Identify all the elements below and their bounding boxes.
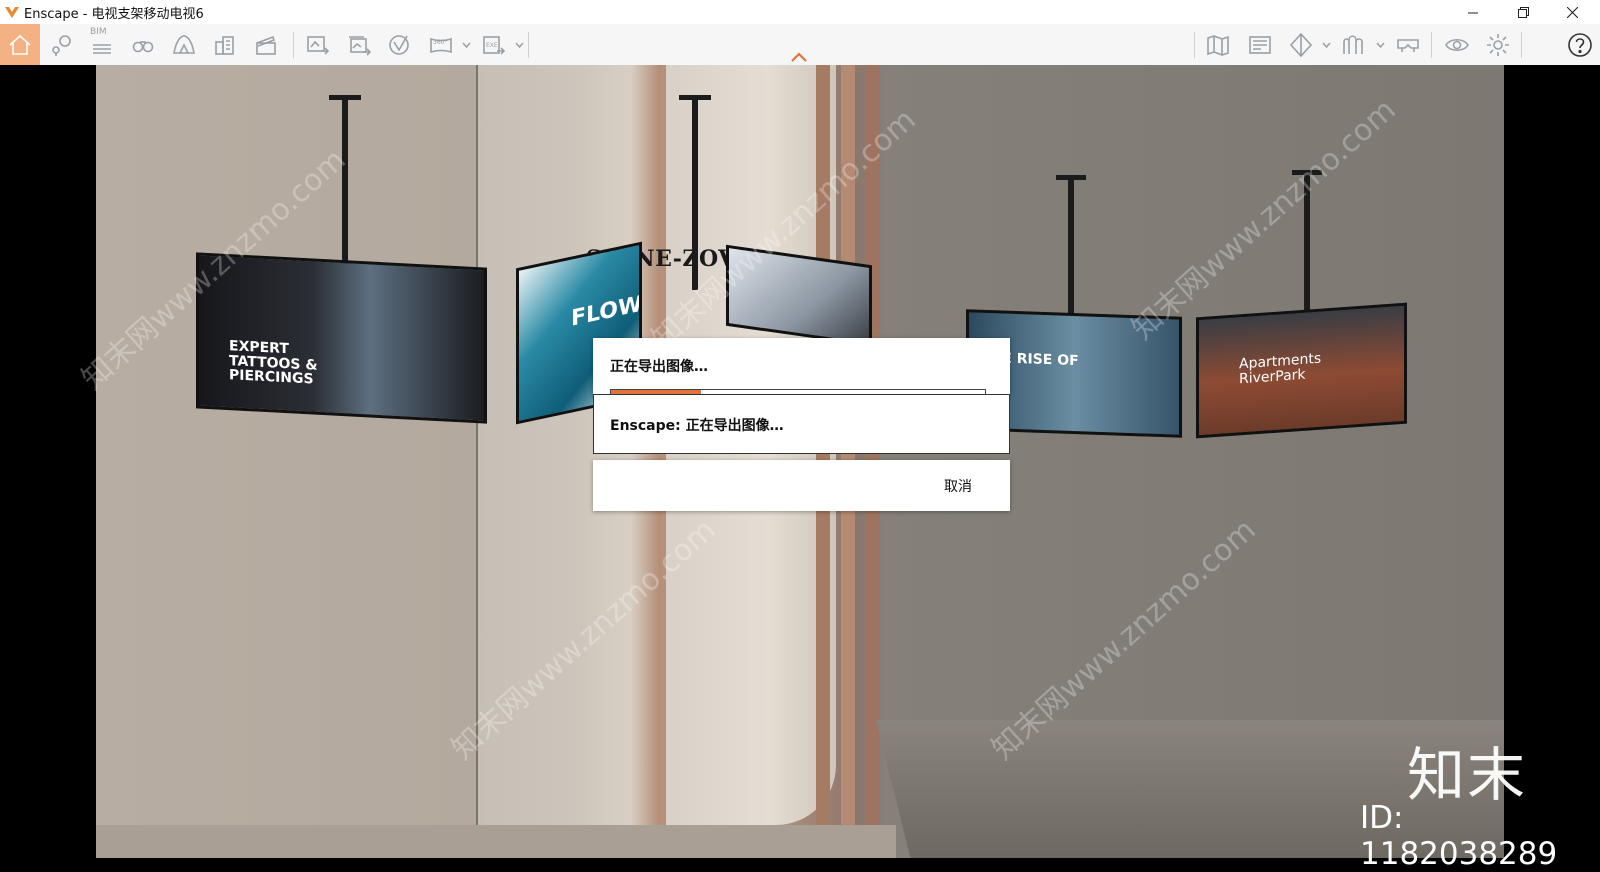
map-icon [1207,34,1229,56]
restore-button[interactable] [1500,0,1546,24]
home-button[interactable] [0,24,40,65]
window-title: Enscape - 电视支架移动电视6 [24,6,204,22]
toolbar-separator [1431,32,1432,58]
chevron-down-icon [1321,42,1331,48]
toolbar-separator [1521,32,1522,58]
map-button[interactable] [1198,24,1238,65]
web-standalone-button[interactable] [380,24,420,65]
help-icon [1568,32,1592,57]
panorama-button[interactable]: 360° [421,24,461,65]
buildings-icon [215,35,234,55]
mountain-icon [173,34,195,54]
tv-mount-pole [342,95,348,265]
map-pin-icon [52,34,71,56]
panorama-dropdown-caret[interactable] [460,24,472,65]
svg-text:EXE: EXE [486,42,498,49]
gear-icon [1487,33,1509,56]
toolbar-separator [528,32,529,58]
cancel-button[interactable]: 取消 [936,472,980,500]
chevron-down-icon [514,42,524,48]
chevron-down-icon [461,42,471,48]
bim-button[interactable]: BIM [82,24,122,65]
floor [96,825,896,858]
settings-button[interactable] [1478,24,1518,65]
panorama-icon: 360° [430,37,452,53]
capture-icon [1249,35,1271,54]
tv-mount-cap [679,95,711,100]
section-dropdown-caret[interactable] [1320,24,1332,65]
arches-icon [1343,34,1363,54]
batch-render-button[interactable] [339,24,379,65]
tv-screen-text: FLOW [571,291,642,332]
home-icon [9,34,31,55]
exe-export-button[interactable]: EXE [474,24,514,65]
diamond-icon [1289,32,1313,57]
tv-screen-text: Apartments RiverPark [1239,350,1322,388]
video-editor-button[interactable] [246,24,286,65]
exe-dropdown-caret[interactable] [513,24,525,65]
screenshot-button[interactable] [298,24,338,65]
tv-mount-cap [329,95,361,100]
tv-screen-text: EXPERT TATTOOS & PIERCINGS [229,338,318,388]
title-bar: Enscape - 电视支架移动电视6 [0,0,1600,24]
image-export-icon [307,35,330,55]
tv-screen: Apartments RiverPark [1196,302,1407,439]
clapper-icon [256,35,276,55]
svg-text:360°: 360° [433,39,447,46]
bim-label: BIM [90,27,107,37]
vr-button[interactable] [1388,24,1428,65]
material-button[interactable] [1334,24,1374,65]
export-dialog-title: 正在导出图像… [610,359,708,375]
visual-settings-button[interactable] [1437,24,1477,65]
binoculars-icon [132,40,154,52]
export-progress-dialog: 正在导出图像… [593,338,1010,396]
binoculars-button[interactable] [123,24,163,65]
globe-export-icon [389,34,409,55]
tv-screen: EXPERT TATTOOS & PIERCINGS [196,252,487,424]
tv-mount-cap [1056,175,1086,180]
watermark-id: ID: 1182038289 [1360,800,1558,872]
asset-library-button[interactable] [205,24,245,65]
help-button[interactable] [1560,24,1600,65]
material-dropdown-caret[interactable] [1374,24,1386,65]
exe-export-icon: EXE [483,35,506,55]
eye-icon [1445,38,1469,51]
tv-mount-pole [692,95,698,290]
minimize-button[interactable] [1450,0,1496,24]
views-button[interactable] [42,24,82,65]
vr-headset-icon [1397,38,1419,52]
toolbar-separator [293,32,294,58]
export-status-text: Enscape: 正在导出图像… [610,418,784,434]
enscape-logo-icon [3,3,21,21]
chevron-down-icon [1375,42,1385,48]
toolbar-separator [1194,32,1195,58]
atmosphere-button[interactable] [164,24,204,65]
collapse-toolbar-chevron-icon[interactable] [790,51,808,63]
close-button[interactable] [1549,0,1595,24]
section-button[interactable] [1281,24,1321,65]
capture-button[interactable] [1240,24,1280,65]
tv-mount-pole [1068,175,1074,315]
export-cancel-panel: 取消 [593,460,1010,511]
export-status-panel: Enscape: 正在导出图像… [593,394,1010,454]
batch-export-icon [349,35,372,56]
